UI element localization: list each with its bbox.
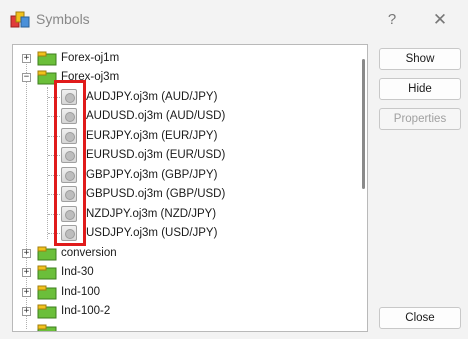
expand-icon[interactable]: + <box>22 249 31 258</box>
tree-folder-partial[interactable] <box>13 322 353 331</box>
symbol-label: NZDJPY.oj3m (NZD/JPY) <box>86 208 217 220</box>
tree-scrollbar[interactable] <box>359 45 367 331</box>
tree-folder-label: Ind-100 <box>61 286 101 298</box>
symbol-label: GBPUSD.oj3m (GBP/USD) <box>86 188 226 200</box>
scrollbar-thumb[interactable] <box>362 59 365 189</box>
close-button[interactable]: Close <box>379 307 461 329</box>
tree-folder-conversion[interactable]: + conversion <box>13 244 353 263</box>
folder-icon <box>37 265 57 280</box>
properties-button[interactable]: Properties <box>379 108 461 130</box>
folder-icon <box>37 285 57 300</box>
tree-folder-label: conversion <box>61 247 117 259</box>
close-window-button[interactable]: ✕ <box>428 8 452 32</box>
expand-icon[interactable]: + <box>22 54 31 63</box>
tree-folder-ind-100-2[interactable]: + Ind-100-2 <box>13 302 353 321</box>
folder-icon <box>37 324 57 331</box>
hide-button[interactable]: Hide <box>379 78 461 100</box>
folder-icon <box>37 246 57 261</box>
tree-folder-ind-100[interactable]: + Ind-100 <box>13 283 353 302</box>
title-bar: Symbols ? ✕ <box>0 0 468 40</box>
symbol-label: EURJPY.oj3m (EUR/JPY) <box>86 130 218 142</box>
tree-folder-label: Ind-100-2 <box>61 305 111 317</box>
symbol-label: USDJPY.oj3m (USD/JPY) <box>86 227 218 239</box>
tree-folder-label: Forex-oj1m <box>61 52 120 64</box>
folder-icon <box>37 51 57 66</box>
show-button[interactable]: Show <box>379 48 461 70</box>
app-icon <box>10 11 30 28</box>
folder-icon <box>37 304 57 319</box>
tree-folder-forex-oj1m[interactable]: + Forex-oj1m <box>13 49 353 68</box>
symbols-window: Symbols ? ✕ + Forex-oj1m − Forex-oj3m AU… <box>0 0 468 339</box>
symbol-label: AUDUSD.oj3m (AUD/USD) <box>86 110 226 122</box>
red-highlight-box <box>54 80 86 246</box>
symbol-label: EURUSD.oj3m (EUR/USD) <box>86 149 226 161</box>
expand-icon[interactable]: + <box>22 268 31 277</box>
tree-folder-ind-30[interactable]: + Ind-30 <box>13 263 353 282</box>
expand-icon[interactable]: + <box>22 307 31 316</box>
symbol-label: AUDJPY.oj3m (AUD/JPY) <box>86 91 218 103</box>
symbol-label: GBPJPY.oj3m (GBP/JPY) <box>86 169 218 181</box>
tree-folder-label: Ind-30 <box>61 266 94 278</box>
window-title: Symbols <box>36 11 90 27</box>
collapse-icon[interactable]: − <box>22 73 31 82</box>
expand-icon[interactable]: + <box>22 288 31 297</box>
help-button[interactable]: ? <box>380 8 404 32</box>
